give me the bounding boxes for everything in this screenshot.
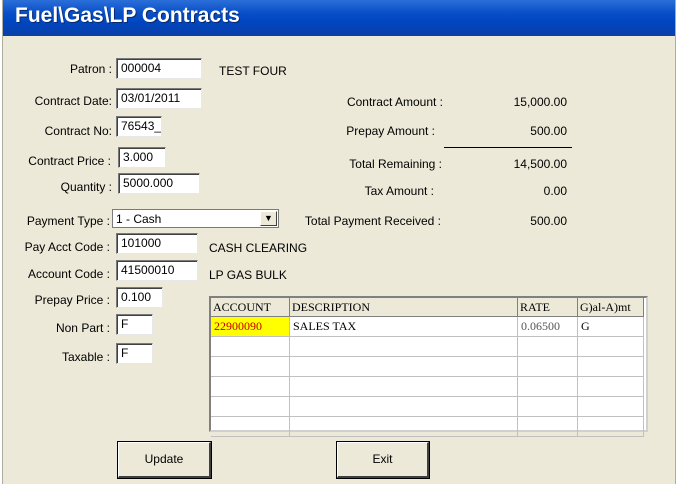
table-cell[interactable] — [517, 336, 578, 357]
contract-date-label: Contract Date: — [34, 94, 112, 108]
table-cell[interactable]: 0.06500 — [517, 316, 578, 337]
quantity-input[interactable]: 5000.000 — [118, 173, 200, 194]
non-part-input[interactable]: F — [116, 314, 153, 335]
app-window: Fuel\Gas\LP Contracts Patron : Contract … — [2, 0, 676, 484]
table-cell[interactable] — [211, 416, 290, 437]
tax-grid[interactable]: ACCOUNT DESCRIPTION RATE G)al-A)mt 22900… — [209, 296, 648, 437]
patron-name: TEST FOUR — [219, 64, 287, 78]
table-cell[interactable] — [211, 336, 290, 357]
account-code-input[interactable]: 41500010 — [116, 260, 198, 281]
prepay-price-label: Prepay Price : — [34, 293, 110, 307]
exit-button[interactable]: Exit — [336, 441, 430, 479]
update-button[interactable]: Update — [117, 441, 212, 479]
table-row[interactable] — [211, 356, 644, 377]
contract-price-label: Contract Price : — [28, 154, 111, 168]
pay-acct-code-description: CASH CLEARING — [209, 241, 308, 255]
total-remaining-value: 14,500.00 — [513, 157, 567, 171]
account-code-description: LP GAS BULK — [209, 268, 287, 282]
table-cell[interactable] — [577, 376, 644, 397]
contract-amount-label: Contract Amount : — [346, 95, 443, 109]
payment-type-select[interactable]: 1 - Cash ▼ — [112, 209, 279, 228]
contract-no-label: Contract No: — [44, 124, 112, 138]
table-row[interactable] — [211, 336, 644, 357]
table-cell[interactable] — [517, 356, 578, 377]
total-payment-label: Total Payment Received : — [304, 214, 441, 228]
quantity-label: Quantity : — [60, 180, 112, 194]
table-cell[interactable] — [289, 376, 518, 397]
table-cell[interactable] — [289, 416, 518, 437]
table-cell[interactable]: SALES TAX — [289, 316, 518, 337]
prepay-price-input[interactable]: 0.100 — [116, 287, 163, 308]
pay-acct-code-label: Pay Acct Code : — [24, 240, 110, 254]
table-cell[interactable] — [211, 396, 290, 417]
table-cell[interactable] — [577, 336, 644, 357]
table-cell[interactable]: 22900090 — [211, 316, 290, 337]
table-cell[interactable] — [517, 416, 578, 437]
column-rate[interactable]: RATE — [517, 298, 578, 317]
payment-type-label: Payment Type : — [26, 214, 110, 228]
non-part-label: Non Part : — [55, 321, 110, 335]
table-row[interactable] — [211, 396, 644, 417]
tax-table: ACCOUNT DESCRIPTION RATE G)al-A)mt 22900… — [211, 298, 644, 437]
contract-amount-value: 15,000.00 — [513, 95, 567, 109]
table-cell[interactable] — [289, 396, 518, 417]
contract-date-input[interactable]: 03/01/2011 — [116, 88, 202, 109]
table-row[interactable]: 22900090 SALES TAX 0.06500 G — [211, 316, 644, 337]
contract-price-input[interactable]: 3.000 — [118, 147, 166, 168]
prepay-amount-label: Prepay Amount : — [346, 124, 435, 138]
total-remaining-label: Total Remaining : — [349, 157, 442, 171]
tax-amount-label: Tax Amount : — [364, 184, 434, 198]
column-gal-amt[interactable]: G)al-A)mt — [577, 298, 644, 317]
taxable-input[interactable]: F — [116, 343, 153, 364]
table-cell[interactable] — [211, 376, 290, 397]
table-row[interactable] — [211, 416, 644, 437]
summary-divider — [444, 147, 572, 148]
tax-amount-value: 0.00 — [543, 184, 567, 198]
window-title: Fuel\Gas\LP Contracts — [15, 4, 240, 27]
payment-type-value: 1 - Cash — [116, 212, 162, 226]
total-payment-value: 500.00 — [530, 214, 567, 228]
table-cell[interactable]: G — [577, 316, 644, 337]
tax-table-header: ACCOUNT DESCRIPTION RATE G)al-A)mt — [211, 298, 644, 317]
column-description[interactable]: DESCRIPTION — [289, 298, 518, 317]
patron-label: Patron : — [69, 62, 112, 76]
pay-acct-code-input[interactable]: 101000 — [116, 233, 198, 254]
table-cell[interactable] — [517, 376, 578, 397]
table-cell[interactable] — [289, 336, 518, 357]
taxable-label: Taxable : — [61, 350, 110, 364]
table-cell[interactable] — [577, 416, 644, 437]
table-cell[interactable] — [517, 396, 578, 417]
contract-no-input[interactable]: 76543_ — [116, 116, 162, 137]
table-row[interactable] — [211, 376, 644, 397]
table-cell[interactable] — [577, 356, 644, 377]
column-account[interactable]: ACCOUNT — [211, 298, 290, 317]
patron-input[interactable]: 000004 — [116, 58, 202, 79]
table-cell[interactable] — [289, 356, 518, 377]
prepay-amount-value: 500.00 — [530, 124, 567, 138]
table-cell[interactable] — [577, 396, 644, 417]
account-code-label: Account Code : — [27, 267, 110, 281]
table-cell[interactable] — [211, 356, 290, 377]
contract-form: Patron : Contract Date: Contract No: Con… — [3, 36, 675, 484]
title-bar[interactable]: Fuel\Gas\LP Contracts — [3, 0, 675, 36]
